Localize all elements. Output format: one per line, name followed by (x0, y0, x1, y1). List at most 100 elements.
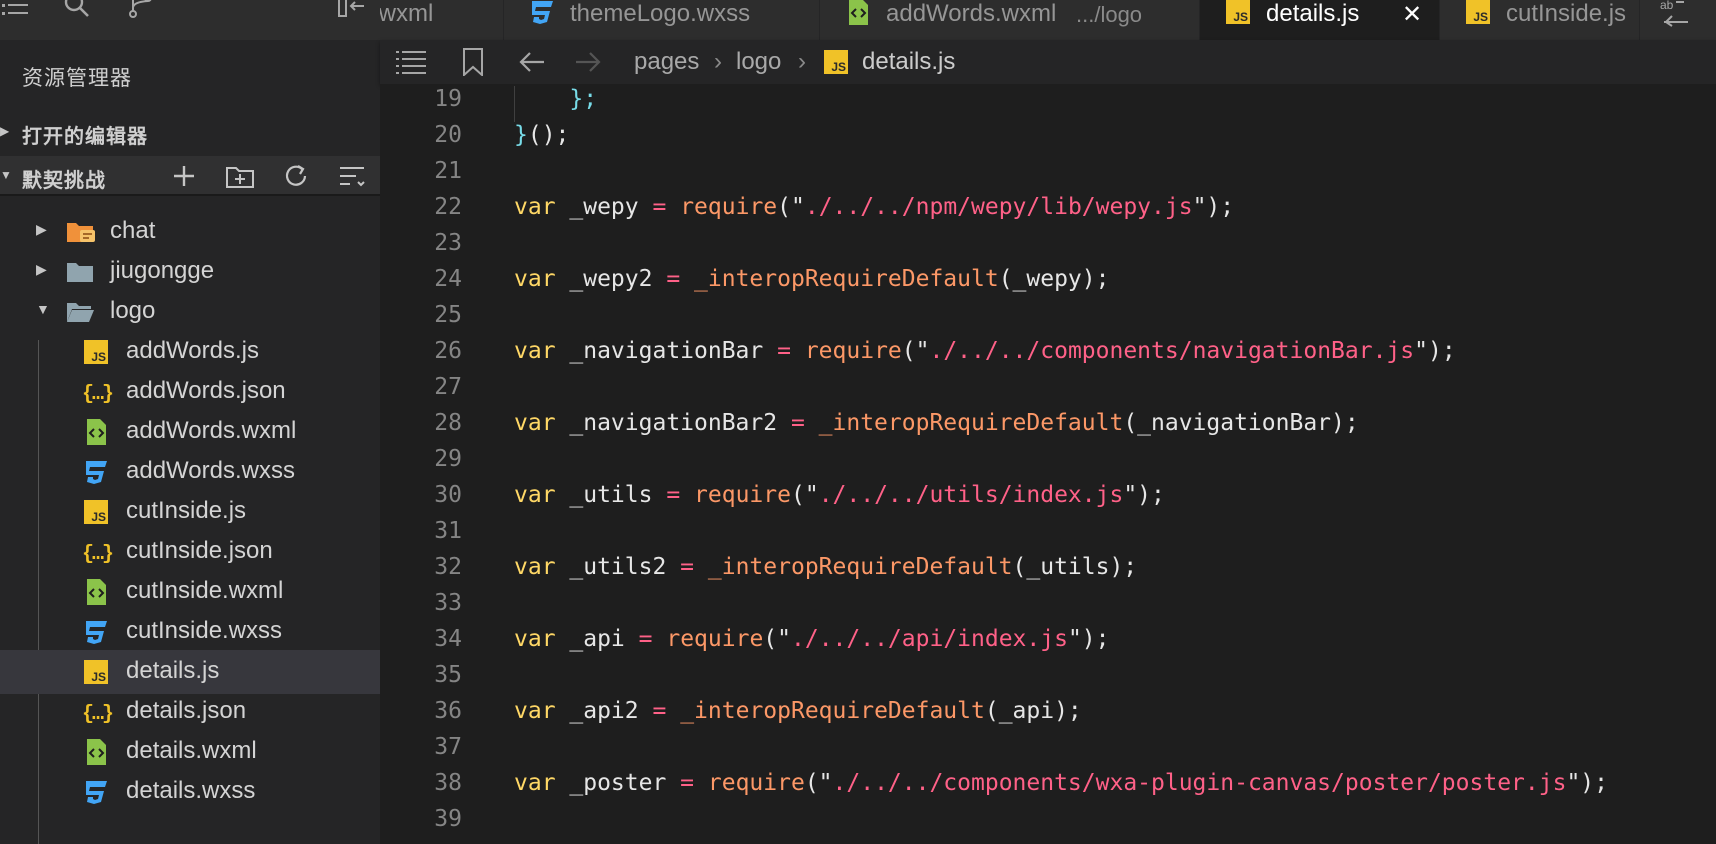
split-icon[interactable] (338, 0, 366, 24)
line-number: 31 (434, 518, 462, 544)
code-token: } (514, 122, 528, 148)
code-token: _wepy2 (555, 266, 667, 292)
breadcrumb-separator: › (798, 48, 806, 75)
tree-item[interactable]: {…} addWords.json (0, 370, 380, 414)
code-token: var (514, 554, 556, 580)
tree-item[interactable]: addWords.wxml (0, 410, 380, 454)
wxml-file-icon (844, 0, 872, 33)
source-control-icon[interactable] (128, 0, 154, 24)
tree-item[interactable]: ▶ jiugongge (0, 250, 380, 294)
tree-item[interactable]: details.wxss (0, 770, 380, 814)
code-token: _api2 (555, 698, 653, 724)
menu-icon[interactable] (2, 0, 28, 24)
tab-label: themeLogo.wxss (570, 0, 751, 27)
editor-tab[interactable]: JS cutInside.js (1440, 0, 1640, 40)
code-line: 38 var _poster = require("./../../compone… (380, 770, 1716, 806)
editor-tab[interactable]: addWords.wxml .../logo (820, 0, 1200, 40)
project-section[interactable]: ▼ 默契挑战 (0, 156, 380, 196)
code-token: require (680, 194, 778, 220)
tree-item[interactable]: JS addWords.js (0, 330, 380, 374)
forward-icon[interactable] (574, 48, 602, 81)
tree-item-label: cutInside.wxml (126, 577, 284, 604)
collapse-all-icon[interactable] (336, 160, 368, 192)
code-line: 35 (380, 662, 1716, 698)
tree-item-label: cutInside.json (126, 537, 273, 564)
tree-item[interactable]: JS cutInside.js (0, 490, 380, 534)
icon-wrapper: {…} (82, 538, 114, 566)
code-line: 27 (380, 374, 1716, 410)
tab-description: .../logo (1076, 2, 1143, 27)
activity-bar (0, 0, 380, 40)
code-token: (" (777, 194, 805, 220)
code-token: = (680, 770, 695, 796)
refresh-icon[interactable] (280, 160, 312, 192)
editor-tab[interactable]: JS details.js ✕ (1200, 0, 1440, 40)
breadcrumb-file[interactable]: details.js (862, 48, 955, 76)
code-line: 19 }; (380, 86, 1716, 122)
code-token: _interopRequireDefault (707, 554, 1013, 580)
tree-item[interactable]: {…} cutInside.json (0, 530, 380, 574)
icon-wrapper (82, 778, 110, 806)
tree-item[interactable]: cutInside.wxss (0, 610, 380, 654)
outline-icon[interactable] (396, 48, 426, 79)
new-folder-icon[interactable] (224, 160, 256, 192)
line-number: 37 (434, 734, 462, 760)
breadcrumb-pages[interactable]: pages (634, 48, 699, 76)
tree-item[interactable]: cutInside.wxml (0, 570, 380, 614)
explorer-sidebar: 资源管理器 ▶ 打开的编辑器 ▼ 默契挑战 ▶ chat ▶ jiugongge ▼ lo… (0, 0, 380, 844)
bookmark-icon[interactable] (462, 48, 484, 81)
tree-item-label: chat (110, 217, 156, 244)
code-token: (" (901, 338, 930, 364)
code-token: require (804, 338, 902, 364)
wxss-file-icon (82, 781, 110, 812)
wxml-file-icon (82, 739, 110, 772)
line-number: 25 (434, 302, 462, 328)
close-icon[interactable]: ✕ (1402, 0, 1422, 29)
code-line: 22 var _wepy = require("./../../npm/wepy/… (380, 194, 1716, 230)
tree-item[interactable]: JS details.js (0, 650, 380, 694)
code-token: var (514, 194, 556, 220)
search-icon[interactable] (64, 0, 90, 22)
tree-item[interactable]: ▼ logo (0, 290, 380, 334)
code-line: 23 (380, 230, 1716, 266)
code-token: (" (790, 482, 819, 508)
js-file-icon: JS (82, 500, 110, 524)
line-number: 24 (434, 266, 462, 292)
tree-item[interactable]: addWords.wxss (0, 450, 380, 494)
code-token: = (638, 626, 653, 652)
line-number: 36 (434, 698, 462, 724)
open-editors-section[interactable]: ▶ 打开的编辑器 (0, 112, 380, 152)
code-line: 37 (380, 734, 1716, 770)
swap-icon[interactable]: ab (1658, 0, 1690, 33)
code-token: _api (555, 626, 639, 652)
back-icon[interactable] (518, 48, 546, 81)
code-token: var (514, 770, 556, 796)
wxss-file-icon (82, 461, 110, 492)
line-number: 22 (434, 194, 462, 220)
tree-item[interactable]: {…} details.json (0, 690, 380, 734)
chevron-down-icon: ▼ (0, 168, 12, 182)
code-line: 31 (380, 518, 1716, 554)
editor-tab[interactable]: themeLogo.wxss (504, 0, 820, 40)
tree-item-label: addWords.wxss (126, 457, 295, 484)
tree-item-label: details.json (126, 697, 247, 724)
tree-item[interactable]: ▶ chat (0, 210, 380, 254)
line-number: 30 (434, 482, 462, 508)
new-file-icon[interactable] (168, 160, 200, 192)
line-number: 33 (434, 590, 462, 616)
tree-item[interactable]: details.wxml (0, 730, 380, 774)
code-line: 30 var _utils = require("./../../utils/in… (380, 482, 1716, 518)
code-token: _wepy (555, 194, 653, 220)
code-editor[interactable]: 19 }; 20}(); 21 22 var _wepy = require("./..… (380, 84, 1716, 844)
folder-open-icon (66, 303, 94, 332)
code-token: "); (1414, 338, 1456, 364)
js-file-icon: JS (824, 50, 848, 74)
breadcrumb-logo[interactable]: logo (736, 48, 781, 76)
tree-item-label: details.wxml (126, 737, 257, 764)
editor-tab[interactable]: .wxml (380, 0, 504, 40)
code-line: 26 var _navigationBar = require("./../../… (380, 338, 1716, 374)
